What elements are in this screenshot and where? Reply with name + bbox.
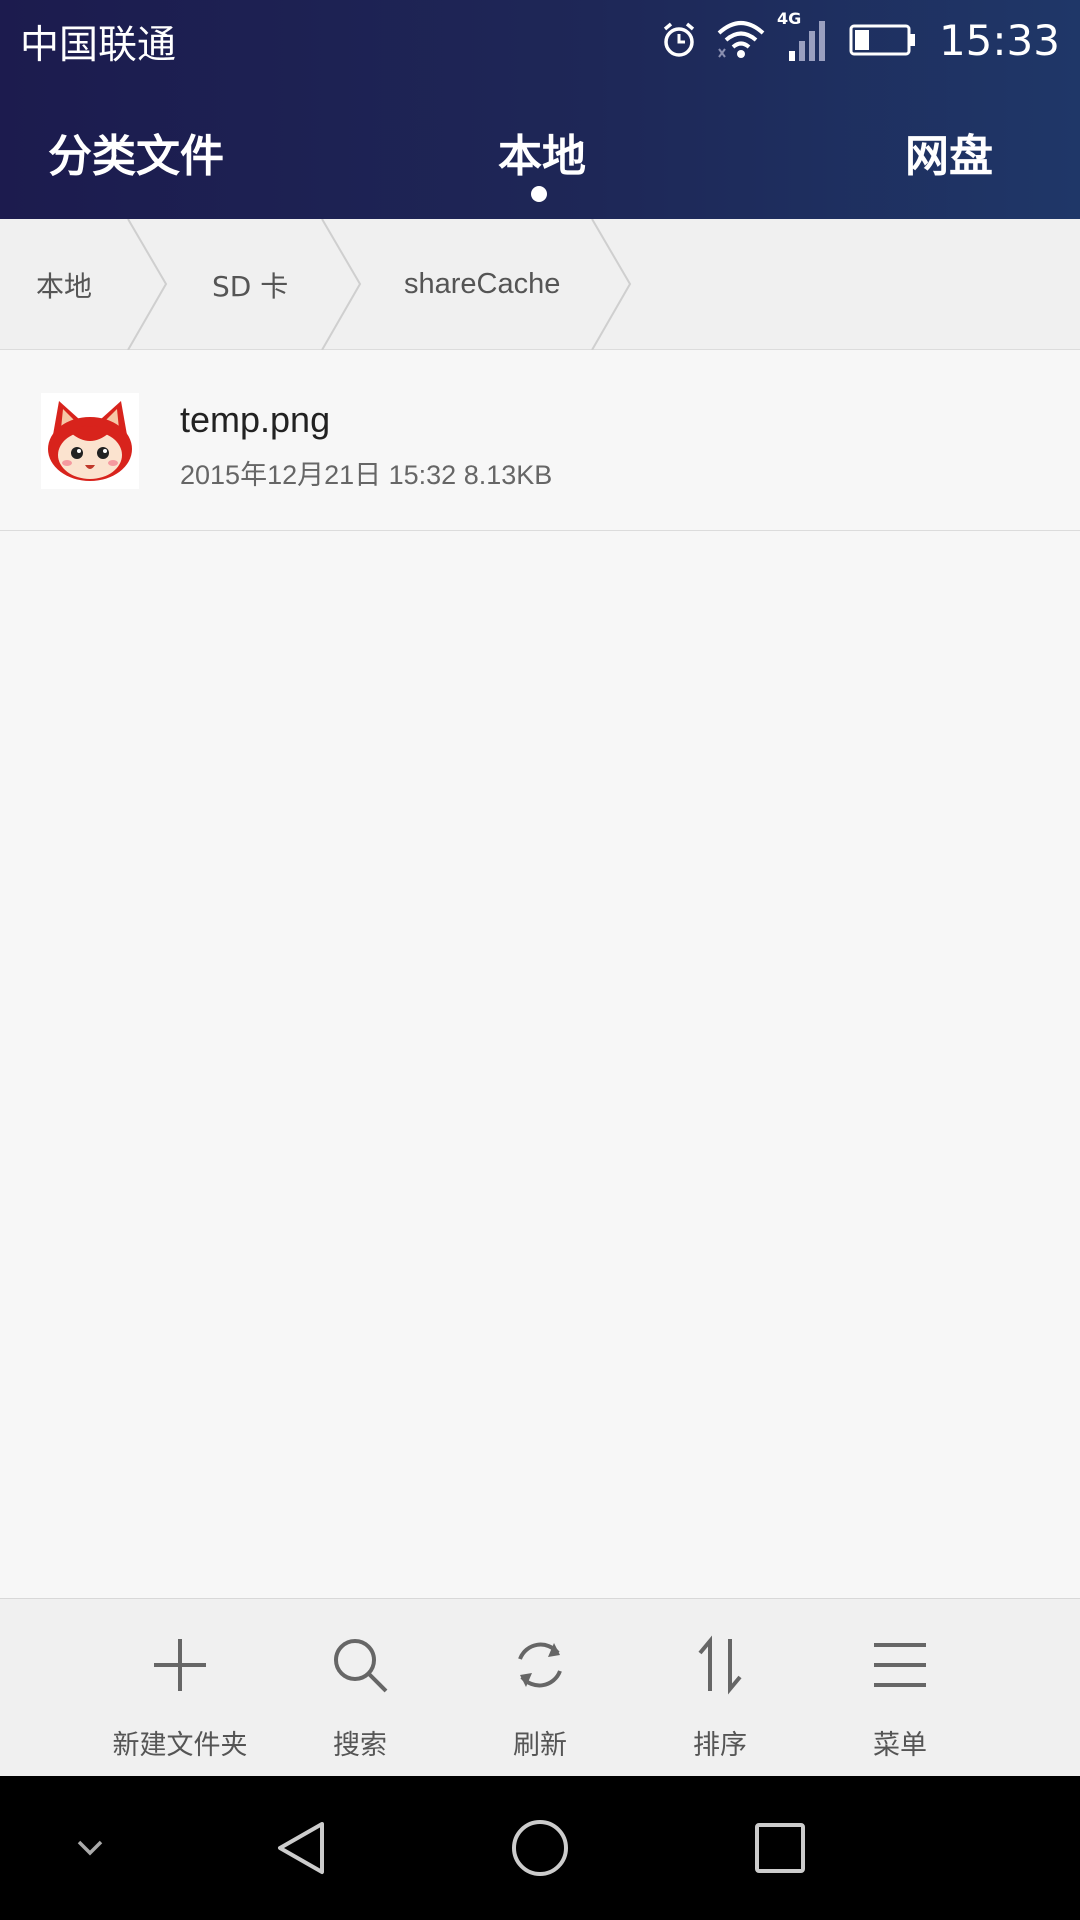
status-bar: 中国联通 4G 15:33 [0, 0, 1080, 80]
menu-button[interactable]: 菜单 [810, 1599, 990, 1777]
breadcrumb-item-sharecache[interactable]: shareCache [404, 219, 560, 350]
tab-cloud-drive[interactable]: 网盘 [905, 120, 993, 184]
breadcrumb-item-local[interactable]: 本地 [36, 219, 92, 350]
breadcrumb-item-sd-card[interactable]: SD 卡 [212, 219, 288, 350]
new-folder-button[interactable]: 新建文件夹 [90, 1599, 270, 1777]
breadcrumb: 本地 SD 卡 shareCache [0, 219, 1080, 350]
fox-avatar-image [41, 393, 139, 489]
status-clock: 15:33 [938, 15, 1060, 65]
plus-icon [154, 1639, 206, 1691]
file-list-item[interactable]: temp.png 2015年12月21日 15:32 8.13KB [0, 351, 1080, 531]
bottom-toolbar: 新建文件夹 搜索 刷新 排序 菜单 [0, 1598, 1080, 1776]
menu-label: 菜单 [873, 1730, 927, 1761]
search-icon [334, 1639, 388, 1693]
nav-back-button[interactable] [260, 1776, 340, 1920]
top-tabs: 分类文件 本地 网盘 [0, 100, 1080, 210]
chevron-down-icon [77, 1840, 103, 1856]
home-circle-icon [512, 1820, 568, 1876]
refresh-button[interactable]: 刷新 [450, 1599, 630, 1777]
breadcrumb-separator [591, 219, 632, 350]
nav-recent-apps-button[interactable] [740, 1776, 820, 1920]
file-name: temp.png [180, 399, 331, 440]
active-tab-indicator [531, 186, 547, 202]
signal-icon: 4G [777, 9, 833, 65]
carrier-name: 中国联通 [20, 23, 177, 68]
sort-label: 排序 [693, 1730, 747, 1761]
refresh-icon [518, 1642, 562, 1688]
file-thumbnail [41, 393, 139, 489]
recent-square-icon [755, 1823, 805, 1873]
status-icons: 4G 15:33 [659, 9, 1060, 70]
battery-icon [849, 24, 915, 56]
menu-icon [874, 1643, 926, 1687]
refresh-label: 刷新 [513, 1730, 567, 1761]
alarm-icon [663, 22, 695, 57]
search-label: 搜索 [333, 1730, 387, 1761]
system-nav-bar [0, 1776, 1080, 1920]
sort-icon [698, 1635, 742, 1695]
search-button[interactable]: 搜索 [270, 1599, 450, 1777]
new-folder-label: 新建文件夹 [112, 1730, 248, 1761]
breadcrumb-separator [127, 219, 168, 350]
back-triangle-icon [278, 1822, 324, 1874]
sort-button[interactable]: 排序 [630, 1599, 810, 1777]
file-meta: 2015年12月21日 15:32 8.13KB [180, 460, 553, 490]
nav-collapse-button[interactable] [50, 1776, 130, 1920]
app-header: 中国联通 4G 15:33 分类文件 本地 网盘 [0, 0, 1080, 219]
wifi-icon [717, 21, 765, 58]
tab-classified-files[interactable]: 分类文件 [48, 120, 224, 184]
tab-local[interactable]: 本地 [498, 120, 586, 184]
nav-home-button[interactable] [500, 1776, 580, 1920]
breadcrumb-separator [321, 219, 362, 350]
